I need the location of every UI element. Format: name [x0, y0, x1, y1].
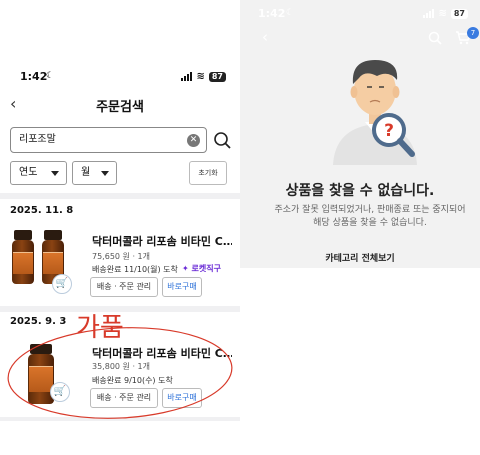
product-name[interactable]: 닥터머콜라 리포솜 비타민 C…	[92, 233, 232, 249]
battery-icon: 87	[208, 71, 226, 82]
moon-icon: ☾	[286, 8, 295, 18]
wifi-icon: ≋	[196, 71, 205, 82]
delivery-status: 배송완료 9/10(수) 도착	[92, 376, 173, 385]
category-all-link[interactable]: 카테고리 전체보기	[240, 251, 480, 264]
product-name[interactable]: 닥터머콜라 리포솜 비타민 C…	[92, 345, 232, 361]
month-dropdown[interactable]: 월	[72, 161, 117, 185]
section-divider	[0, 193, 240, 199]
chevron-down-icon	[101, 171, 109, 176]
not-found-line-2: 해당 상품을 찾을 수 없습니다.	[313, 218, 427, 228]
section-divider	[0, 306, 240, 312]
product-thumbnail[interactable]: 🛒	[10, 226, 80, 298]
order-date: 2025. 11. 8	[10, 205, 74, 216]
status-time: 1:42	[20, 70, 48, 83]
order-date: 2025. 9. 3	[10, 316, 67, 327]
order-manage-button[interactable]: 배송 · 주문 관리	[90, 277, 158, 297]
svg-text:?: ?	[384, 121, 394, 141]
not-found-title: 상품을 찾을 수 없습니다.	[285, 183, 435, 199]
clear-icon[interactable]: ✕	[187, 134, 200, 147]
search-input[interactable]: 리포조말 ✕	[10, 127, 207, 153]
product-thumbnail[interactable]: 🛒	[10, 340, 80, 412]
cart-icon[interactable]: 🛒	[50, 382, 70, 402]
section-divider	[0, 417, 240, 421]
reset-button[interactable]: 초기화	[189, 161, 227, 185]
search-icon[interactable]	[213, 131, 231, 149]
chevron-down-icon	[51, 171, 59, 176]
status-time: 1:42	[258, 7, 286, 20]
product-not-found-screen: 1:42 ☾ ≋ 87 ‹ 7 ? 상품을 찾을 수 없습니다. 주소가 잘못 …	[240, 0, 480, 455]
order-manage-button[interactable]: 배송 · 주문 관리	[90, 388, 158, 408]
battery-icon: 87	[450, 8, 468, 19]
back-button[interactable]: ‹	[262, 28, 268, 46]
page-header: ‹ 주문검색	[0, 94, 240, 116]
cart-icon[interactable]: 🛒	[52, 274, 72, 294]
delivery-status: 배송완료 11/10(월) 도착	[92, 265, 178, 274]
order-search-screen: 1:42 ☾ ≋ 87 ‹ 주문검색 리포조말 ✕ 연도 월 초기화 2025.…	[0, 0, 240, 455]
buy-now-button[interactable]: 바로구매	[162, 277, 202, 297]
wifi-icon: ≋	[438, 8, 447, 19]
year-dropdown[interactable]: 연도	[10, 161, 67, 185]
rocket-badge: ✦ 로켓직구	[182, 263, 221, 274]
search-input-value: 리포조말	[19, 134, 56, 145]
month-dropdown-label: 월	[81, 167, 91, 178]
order-price: 35,800 원 · 1개	[92, 362, 150, 371]
signal-icon	[423, 9, 435, 18]
rocket-icon: ✦	[182, 264, 189, 273]
not-found-line-1: 주소가 잘못 입력되었거나, 판매종료 또는 중지되어	[274, 205, 466, 215]
status-bar: 1:42 ☾ ≋ 87	[240, 7, 480, 21]
cart-count-badge: 7	[467, 27, 479, 39]
year-dropdown-label: 연도	[19, 167, 38, 178]
annotation-text: 가품	[76, 313, 124, 343]
search-icon[interactable]	[428, 31, 442, 45]
signal-icon	[181, 72, 193, 81]
order-price: 75,650 원 · 1개	[92, 252, 150, 261]
buy-now-button[interactable]: 바로구매	[162, 388, 202, 408]
rocket-badge-label: 로켓직구	[191, 264, 221, 273]
not-found-description: 주소가 잘못 입력되었거나, 판매종료 또는 중지되어 해당 상품을 찾을 수 …	[240, 204, 480, 230]
person-with-magnifier-icon: ?	[333, 60, 417, 165]
moon-icon: ☾	[46, 71, 55, 81]
status-bar: 1:42 ☾ ≋ 87	[0, 70, 240, 86]
page-title: 주문검색	[96, 100, 144, 115]
